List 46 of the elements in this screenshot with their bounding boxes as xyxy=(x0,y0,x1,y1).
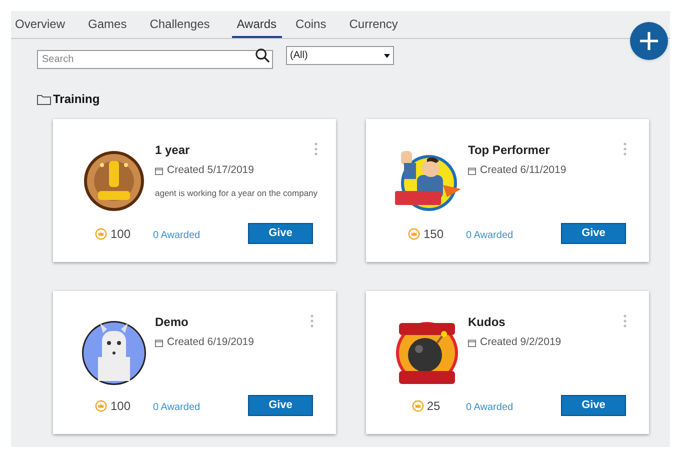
caret-icon xyxy=(384,54,390,58)
more-icon[interactable] xyxy=(623,314,627,328)
points-value: 100 xyxy=(110,398,131,414)
points-value: 25 xyxy=(426,398,440,414)
give-button[interactable]: Give xyxy=(248,395,313,416)
calendar-icon xyxy=(468,338,476,347)
give-button[interactable]: Give xyxy=(561,395,626,416)
calendar-icon xyxy=(155,166,163,175)
filter-dropdown[interactable]: (All) xyxy=(286,46,394,65)
search-field[interactable]: Search xyxy=(37,50,273,69)
tab[interactable]: Currency xyxy=(348,12,399,38)
created-date: Created 5/17/2019 xyxy=(167,163,254,178)
tab[interactable]: Awards xyxy=(232,12,282,38)
give-button[interactable]: Give xyxy=(561,223,626,244)
search-icon xyxy=(255,48,270,63)
give-button[interactable]: Give xyxy=(248,223,313,244)
crown-coin-icon xyxy=(412,400,424,412)
folder-title: Training xyxy=(53,91,100,108)
calendar-icon xyxy=(155,338,163,347)
awarded-link[interactable]: 0 Awarded xyxy=(153,400,248,415)
crown-coin-icon xyxy=(95,228,108,240)
tab[interactable]: Games xyxy=(87,12,128,38)
award-title: Demo xyxy=(155,314,188,331)
awarded-link[interactable]: 0 Awarded xyxy=(153,228,248,243)
created-date: Created 9/2/2019 xyxy=(480,335,562,350)
created-date: Created 6/11/2019 xyxy=(480,163,566,178)
crown-coin-icon xyxy=(95,400,108,412)
tab[interactable]: Overview xyxy=(14,12,66,38)
points-value: 150 xyxy=(423,226,444,242)
tab[interactable]: Challenges xyxy=(148,12,211,38)
award-title: Kudos xyxy=(468,314,506,331)
tab[interactable]: Coins xyxy=(294,12,328,38)
folder-icon xyxy=(37,94,51,104)
award-title: 1 year xyxy=(155,142,190,159)
more-icon[interactable] xyxy=(314,142,318,156)
more-icon[interactable] xyxy=(310,314,314,328)
created-date: Created 6/19/2019 xyxy=(167,335,254,350)
awarded-link[interactable]: 0 Awarded xyxy=(466,228,561,243)
award-title: Top Performer xyxy=(468,142,550,159)
award-description: agent is working for a year on the company xyxy=(155,186,318,200)
more-icon[interactable] xyxy=(623,142,627,156)
awarded-link[interactable]: 0 Awarded xyxy=(466,400,561,415)
points-value: 100 xyxy=(110,226,131,242)
crown-coin-icon xyxy=(408,228,420,240)
plus-icon xyxy=(639,31,659,51)
calendar-icon xyxy=(468,166,476,175)
